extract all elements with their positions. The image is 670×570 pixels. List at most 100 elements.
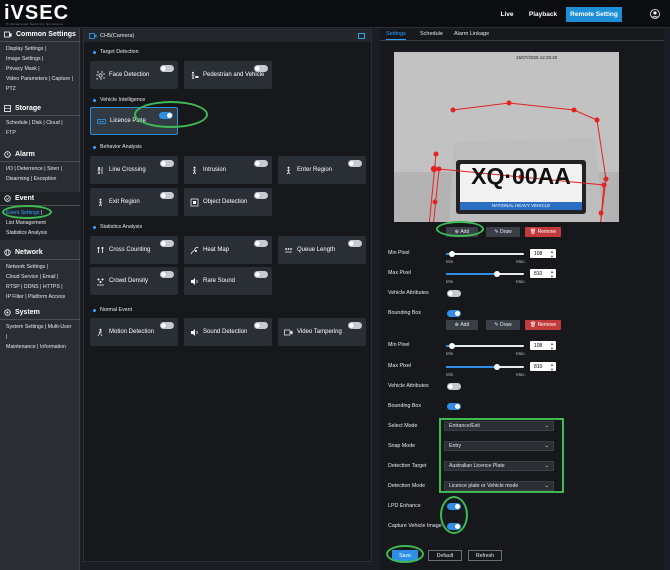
sidebar-item-disarming[interactable]: Disarming [6,176,29,182]
pedveh-toggle[interactable] [254,65,268,72]
nav-remote-setting[interactable]: Remote Setting [566,7,622,22]
sidebar-item-io[interactable]: I/O [6,166,13,172]
sidebar-event-header[interactable]: Event [0,192,80,206]
sidebar-event-title: Event [15,195,35,202]
intrusion-toggle[interactable] [254,160,268,167]
sidebar-item-exception[interactable]: Exception [34,176,57,182]
max-pixel-input[interactable]: 810 ▲ ▼ [530,269,556,279]
draw-region-button[interactable]: ✎ Draw [486,227,520,237]
sidebar-item-list-management[interactable]: List Management [6,220,46,226]
sidebar-item-statistics[interactable]: Statistics Analysis [6,230,47,236]
default-button[interactable]: Default [428,550,462,561]
remove-region-button[interactable]: 🗑 Remove [525,227,561,237]
card-line-crossing[interactable]: Line Crossing [90,156,178,184]
line-toggle[interactable] [160,160,174,167]
sidebar-item-platform-access[interactable]: Platform Access [28,294,65,300]
card-queue-length[interactable]: Queue Length [278,236,366,264]
sidebar-item-rtsp[interactable]: RTSP [6,284,20,290]
sidebar-storage-header[interactable]: Storage [0,102,80,116]
sidebar-item-image[interactable]: Image Settings [6,56,41,62]
sidebar-item-siren[interactable]: Siren [47,166,59,172]
sidebar-item-video-params[interactable]: Video Parameters [6,76,47,82]
remove-region-button-2[interactable]: 🗑 Remove [525,320,561,330]
sidebar-common-header[interactable]: Common Settings [0,28,80,42]
sidebar-item-multi-user[interactable]: Multi-User [48,324,72,330]
queue-toggle[interactable] [348,240,362,247]
nav-playback[interactable]: Playback [526,7,560,22]
sidebar-item-privacy[interactable]: Privacy Mask [6,66,37,72]
tab-alarm-linkage[interactable]: Alarm Linkage [454,31,489,37]
spin-icon[interactable]: ▲ ▼ [550,249,554,259]
enter-toggle[interactable] [348,160,362,167]
sidebar-item-system-settings[interactable]: System Settings [6,324,43,330]
card-rare-sound[interactable]: Rare Sound [184,267,272,295]
sidebar-item-cloud[interactable]: Cloud [46,120,60,126]
card-face-detection[interactable]: Face Detection [90,61,178,89]
pedestrian-icon [191,71,199,79]
spin-icon[interactable]: ▲ ▼ [550,269,554,279]
rare-toggle[interactable] [254,271,268,278]
globe-icon [4,249,11,256]
sidebar-item-information[interactable]: Information [40,344,66,350]
card-exit-region[interactable]: Exit Region [90,188,178,216]
sidebar-item-cloud-service[interactable]: Cloud Service [6,274,38,280]
max-pixel-slider-2[interactable] [446,364,524,370]
motion-toggle[interactable] [160,322,174,329]
sidebar-item-display[interactable]: Display Settings [6,46,43,52]
card-video-tampering[interactable]: Video Tampering [278,318,366,346]
exit-toggle[interactable] [160,192,174,199]
vehicle-attributes-toggle[interactable] [447,290,461,297]
sidebar-item-ptz[interactable]: PTZ [6,86,16,92]
collapse-icon[interactable] [358,33,365,39]
sidebar-item-deterrence[interactable]: Deterrence [17,166,43,172]
sidebar-item-capture[interactable]: Capture [52,76,70,82]
draw-region-button-2[interactable]: ✎ Draw [486,320,520,330]
card-pedestrian-vehicle[interactable]: Pedestrian and Vehicle [184,61,272,89]
max-pixel-input-2[interactable]: 810 ▲ ▼ [530,362,556,372]
tab-schedule[interactable]: Schedule [420,31,443,37]
card-intrusion[interactable]: Intrusion [184,156,272,184]
card-cross-counting[interactable]: Cross Counting [90,236,178,264]
sidebar-item-ip-filter[interactable]: IP Filter [6,294,24,300]
tab-settings[interactable]: Settings [386,31,406,40]
sidebar-item-ddns[interactable]: DDNS [24,284,39,290]
sidebar-item-schedule[interactable]: Schedule [6,120,28,126]
sidebar-item-disk[interactable]: Disk [32,120,42,126]
cross-toggle[interactable] [160,240,174,247]
bounding-box-toggle[interactable] [447,310,461,317]
sidebar-item-email[interactable]: Email [43,274,56,280]
min-pixel-input[interactable]: 108 ▲ ▼ [530,249,556,259]
min-pixel-slider[interactable] [446,251,524,257]
card-object-detection[interactable]: Object Detection [184,188,272,216]
user-icon[interactable] [650,9,660,19]
sidebar-item-https[interactable]: HTTPS [43,284,60,290]
sidebar-network-header[interactable]: Network [0,246,80,260]
vehicle-attributes-toggle-2[interactable] [447,383,461,390]
min-pixel-slider-2[interactable] [446,343,524,349]
nav-live[interactable]: Live [494,7,520,22]
heat-toggle[interactable] [254,240,268,247]
sidebar-item-network-settings[interactable]: Network Settings [6,264,45,270]
crowd-toggle[interactable] [160,271,174,278]
card-sound-detection[interactable]: Sound Detection [184,318,272,346]
add-region-button-2[interactable]: ⊕ Add [446,320,478,330]
spin-icon[interactable]: ▲ ▼ [550,341,554,351]
card-crowd-density[interactable]: Crowd Density [90,267,178,295]
face-toggle[interactable] [160,65,174,72]
tamper-toggle[interactable] [348,322,362,329]
sidebar-alarm-header[interactable]: Alarm [0,148,80,162]
min-pixel-input-2[interactable]: 108 ▲ ▼ [530,341,556,351]
card-heat-map[interactable]: Heat Map [184,236,272,264]
sidebar-item-maintenance[interactable]: Maintenance [6,344,36,350]
max-pixel-slider[interactable] [446,271,524,277]
object-toggle[interactable] [254,192,268,199]
sidebar-system-header[interactable]: System [0,306,80,320]
video-preview[interactable]: 15/07/2025 12:25:20 XQ·00AA NATIONAL HEA… [394,52,619,222]
sidebar-item-ftp[interactable]: FTP [6,130,16,136]
refresh-button[interactable]: Refresh [468,550,502,561]
bounding-box-toggle-2[interactable] [447,403,461,410]
card-enter-region[interactable]: Enter Region [278,156,366,184]
sound-toggle[interactable] [254,322,268,329]
card-motion-detection[interactable]: Motion Detection [90,318,178,346]
spin-icon[interactable]: ▲ ▼ [550,362,554,372]
